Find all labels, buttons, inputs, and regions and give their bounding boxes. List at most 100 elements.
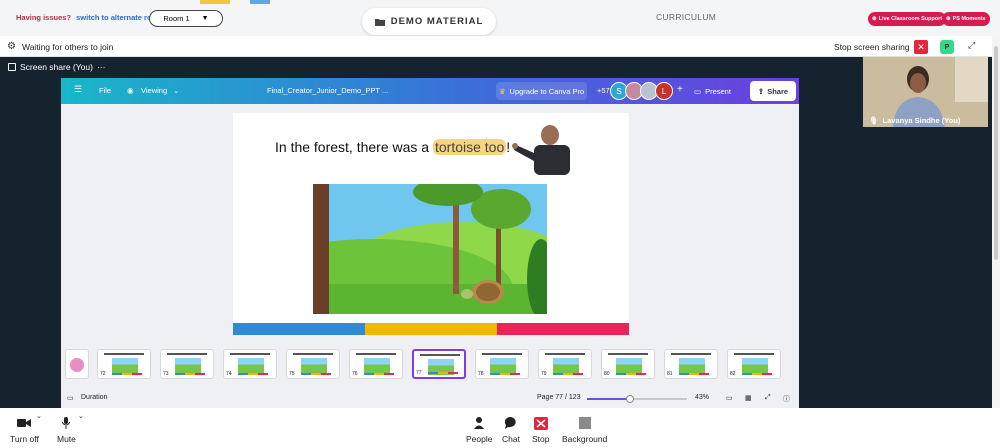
turn-off-label: Turn off [10,434,39,444]
thumbnail-title [104,353,144,355]
zoom-value: 43% [695,394,710,401]
close-icon: ✕ [917,41,925,52]
slide-thumbnail[interactable]: 77 [412,349,466,379]
pink-bar [497,323,629,335]
slide-thumbnail[interactable]: 81 [664,349,718,379]
stop-share-button[interactable]: Stop [532,416,550,444]
microphone-icon: 🎙 [869,116,879,125]
live-support-label: Live Classroom Support [878,16,943,22]
thumbnail-color-bar [428,372,458,374]
classroom-app: Having issues? switch to alternate room … [0,0,1000,448]
thumbnail-title [482,353,522,355]
collaborator-count[interactable]: +57 [597,86,610,95]
slide-thumbnail[interactable]: 76 [349,349,403,379]
grid-view-icon[interactable]: ▦ [745,394,752,402]
stop-label: Stop [532,434,550,444]
crown-icon: ♛ [498,86,506,96]
thumbnail-color-bar [616,373,646,375]
live-support-button[interactable]: ⊕ Live Classroom Support [868,12,947,26]
room-selector[interactable]: Room 1 ▼ [149,10,223,27]
plus-circle-icon: ⊕ [872,16,877,22]
yellow-bar [365,323,497,335]
expand-icon[interactable]: ⤢ [968,40,975,51]
background-label: Background [562,434,608,444]
room-label: Room 1 [163,14,190,23]
chevron-down-icon[interactable]: ⌄ [78,412,84,420]
share-button[interactable]: ⇪ Share [750,81,796,101]
slide-thumbnail[interactable]: 73 [160,349,214,379]
background-icon [578,416,591,430]
demo-material-button[interactable]: DEMO MATERIAL [362,8,496,35]
thumbnail-title [420,354,460,356]
thumbnail-color-bar [364,373,394,375]
waiting-text: Waiting for others to join [22,42,114,52]
chat-label: Chat [502,434,520,444]
blue-bar [233,323,365,335]
add-icon[interactable]: + [677,84,683,95]
background-button[interactable]: Background [562,416,607,444]
thumbnail-number: 76 [352,371,358,377]
help-icon[interactable]: ⓘ [783,394,790,404]
scrollbar-thumb[interactable] [994,46,998,260]
thumbnail-number: 78 [478,371,484,377]
upgrade-label: Upgrade to Canva Pro [509,86,585,96]
present-icon: ▭ [694,86,702,96]
more-icon[interactable]: ··· [97,62,106,72]
thumbnail-number: 82 [730,371,736,377]
thumbnail-color-bar [175,373,205,375]
slide-color-bar [233,323,629,335]
stop-sharing-button[interactable]: ✕ [914,40,928,54]
notes-icon[interactable]: ▭ [726,394,733,402]
thumbnail-number: 81 [667,371,673,377]
slide-thumbnail[interactable]: 74 [223,349,277,379]
viewing-menu[interactable]: Viewing [141,86,167,95]
screen-share-text: Screen share (You) [20,62,93,72]
chat-button[interactable]: Chat [502,416,520,444]
slide-thumbnail[interactable]: 82 [727,349,781,379]
video-camera-icon [17,416,32,430]
thumbnail-color-bar [742,373,772,375]
present-label: Present [705,86,731,96]
moments-button[interactable]: ⊕ PS Moments [942,12,990,26]
thumbnail-title [230,353,270,355]
mute-button[interactable]: Mute [57,416,76,444]
fullscreen-icon[interactable]: ⤢ [765,394,771,402]
slide-thumbnail[interactable]: 78 [475,349,529,379]
chevron-down-icon: ⌄ [173,86,180,95]
thumbnail-image [553,358,579,374]
thumbnail-image [364,358,390,374]
slide-thumbnail[interactable]: 72 [97,349,151,379]
menu-icon[interactable]: ☰ [74,84,82,95]
avatar-l[interactable]: L [655,82,673,100]
thumbnail-number: 74 [226,371,232,377]
top-bar: Having issues? switch to alternate room … [0,0,1000,36]
zoom-slider-knob[interactable] [626,395,634,403]
document-title[interactable]: Final_Creator_Junior_Demo_PPT ... [267,86,388,95]
moments-label: PS Moments [952,16,986,22]
people-button[interactable]: People [466,416,492,444]
chevron-down-icon[interactable]: ⌄ [36,412,42,420]
slide-thumbnail[interactable] [65,349,89,379]
demo-material-label: DEMO MATERIAL [390,16,484,27]
upgrade-button[interactable]: ♛ Upgrade to Canva Pro [496,82,587,100]
screen-share-label: Screen share (You) ··· [8,62,105,72]
thumbnail-number: 72 [100,371,106,377]
turn-off-video-button[interactable]: Turn off [10,416,39,444]
thumbnail-image [301,358,327,374]
thumbnail-number: 75 [289,371,295,377]
duration-button[interactable]: Duration [81,394,107,401]
p-badge-button[interactable]: P [940,40,954,54]
curriculum-tab[interactable]: CURRICULUM [656,12,716,22]
participant-name: Lavanya Sindhe (You) [882,116,961,125]
slide-thumbnails: 72 73 74 75 76 77 78 79 80 81 82 [61,346,799,384]
gear-icon[interactable]: ⚙ [7,41,16,52]
zoom-slider-fill [587,398,630,400]
slide-thumbnail[interactable]: 79 [538,349,592,379]
file-menu[interactable]: File [99,86,111,95]
slide-thumbnail[interactable]: 80 [601,349,655,379]
share-icon: ⇪ [757,86,765,96]
thumbnail-image [490,358,516,374]
slide-thumbnail[interactable]: 75 [286,349,340,379]
thumbnail-title [356,353,396,355]
present-button[interactable]: ▭ Present [694,82,742,100]
